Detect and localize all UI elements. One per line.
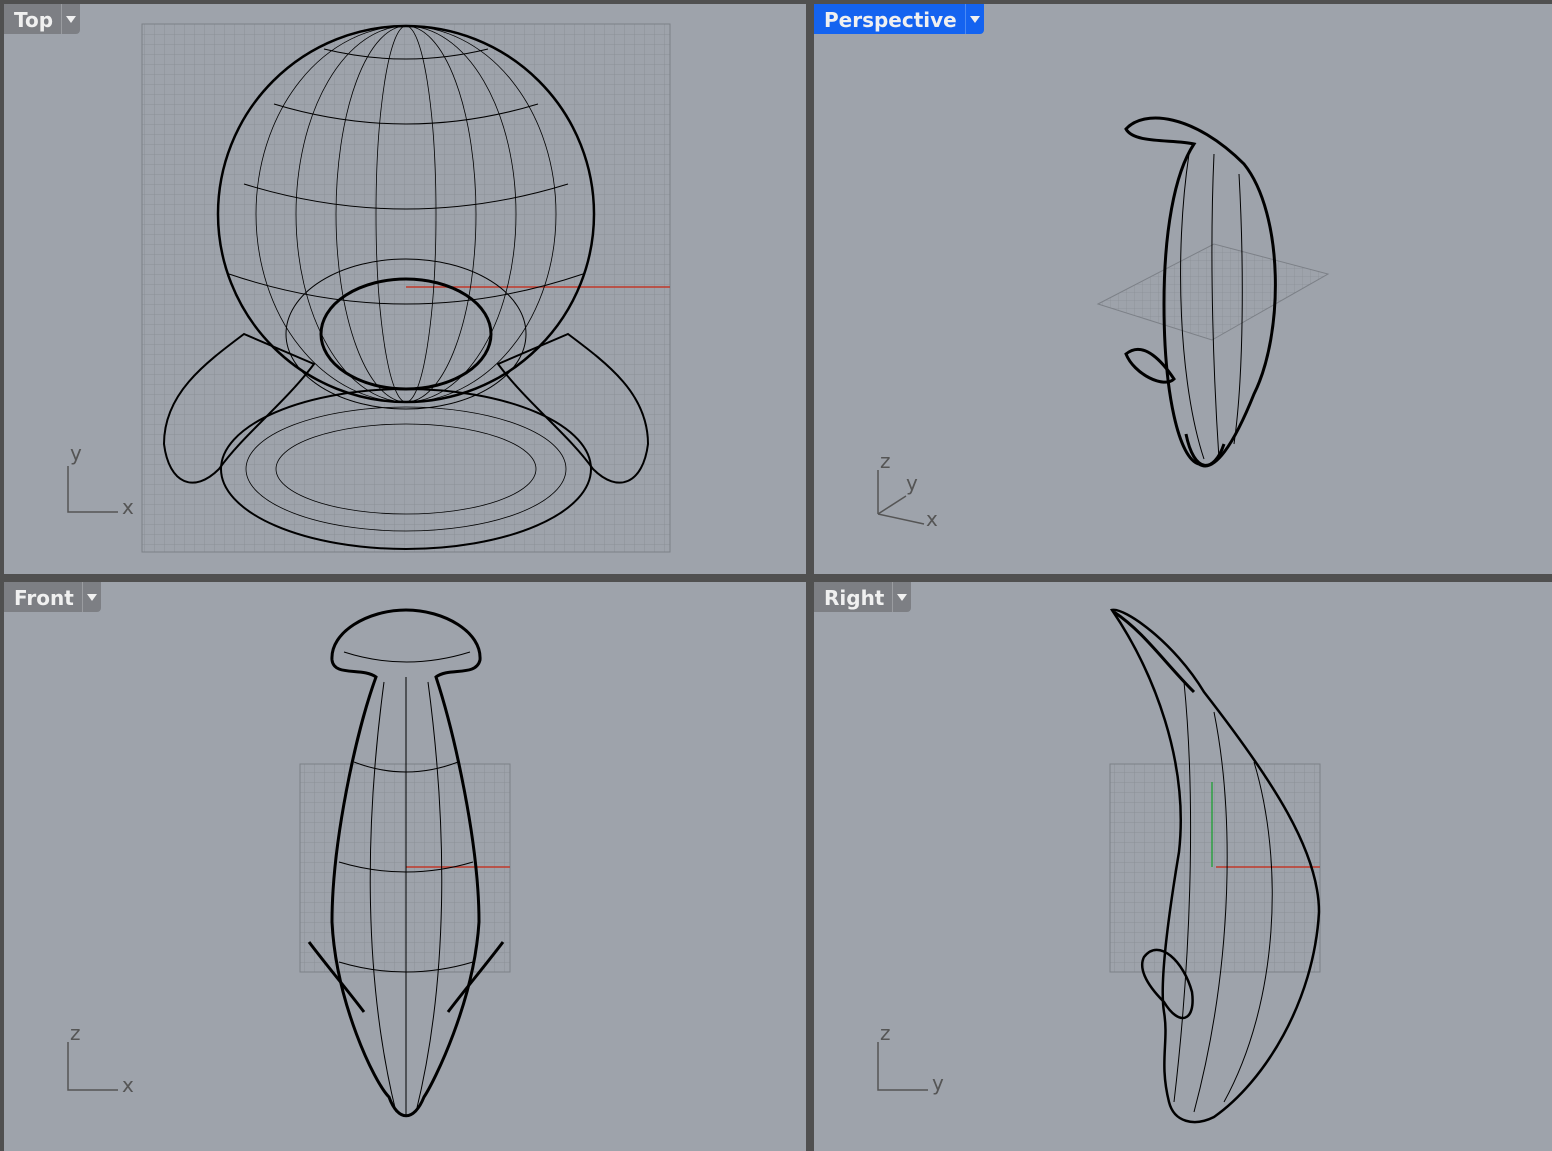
svg-text:x: x — [122, 1073, 134, 1097]
construction-grid — [1109, 763, 1321, 973]
viewport-perspective[interactable]: z y x Perspective — [814, 4, 1552, 574]
viewport-title: Front — [14, 586, 74, 610]
chevron-down-icon[interactable] — [892, 582, 911, 612]
svg-text:y: y — [932, 1071, 944, 1095]
svg-text:x: x — [122, 495, 134, 519]
tab-top[interactable]: Top — [4, 4, 81, 34]
top-scene: y x — [67, 23, 671, 553]
viewport-title: Perspective — [824, 8, 957, 32]
chevron-down-icon[interactable] — [61, 4, 80, 34]
svg-text:y: y — [906, 471, 918, 495]
axis-indicator: y x — [67, 441, 134, 519]
svg-text:z: z — [880, 449, 891, 473]
svg-text:z: z — [880, 1021, 891, 1045]
svg-text:x: x — [926, 507, 938, 531]
viewport-title: Right — [824, 586, 885, 610]
svg-text:y: y — [70, 441, 82, 465]
tab-perspective[interactable]: Perspective — [814, 4, 984, 34]
viewport-title: Top — [14, 8, 54, 32]
axis-indicator: z y — [877, 1021, 944, 1095]
axis-indicator: z x — [67, 1021, 134, 1097]
front-scene: z x — [67, 608, 511, 1118]
viewport-front[interactable]: z x Front — [4, 582, 806, 1151]
tab-front[interactable]: Front — [4, 582, 101, 612]
axis-indicator: z y x — [877, 449, 938, 531]
viewport-right[interactable]: z y Right — [814, 582, 1552, 1151]
chevron-down-icon[interactable] — [81, 582, 101, 612]
viewport-top[interactable]: y x Top — [4, 4, 806, 574]
right-scene: z y — [877, 608, 1321, 1124]
tab-right[interactable]: Right — [814, 582, 912, 612]
chevron-down-icon[interactable] — [964, 4, 984, 34]
perspective-scene: z y x — [877, 116, 1330, 531]
svg-text:z: z — [70, 1021, 81, 1045]
